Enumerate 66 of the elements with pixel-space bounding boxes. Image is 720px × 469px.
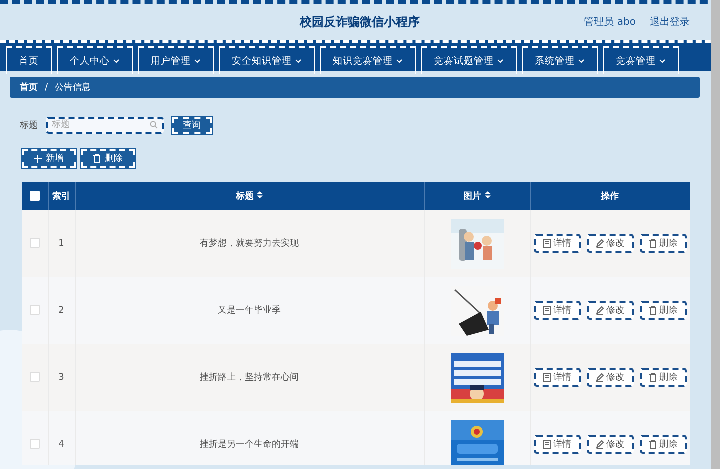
detail-button[interactable]: 详情 <box>534 301 580 320</box>
title-cell: 挫折路上，坚持常在心间 <box>200 373 299 383</box>
index-cell: 3 <box>58 372 64 382</box>
breadcrumb-separator: / <box>45 82 48 92</box>
search-button[interactable]: 查询 <box>172 116 212 134</box>
nav-menu-item[interactable]: 竞赛试题管理 <box>421 46 517 74</box>
nav-menu-item[interactable]: 首页 <box>6 46 52 74</box>
breadcrumb-item: 公告信息 <box>55 82 92 94</box>
title-cell: 挫折是另一个生命的开端 <box>200 440 299 450</box>
index-cell: 1 <box>58 238 64 248</box>
delete-button[interactable]: 删除 <box>640 368 686 387</box>
detail-button[interactable]: 详情 <box>534 435 580 454</box>
edit-button[interactable]: 修改 <box>586 234 634 253</box>
nav-menu-item[interactable]: 系统管理 <box>522 46 598 74</box>
title-cell: 有梦想，就要努力去实现 <box>200 239 299 249</box>
edit-button[interactable]: 修改 <box>586 301 634 320</box>
pencil-icon <box>596 306 604 315</box>
trash-icon <box>648 373 656 382</box>
sort-icon[interactable] <box>257 190 263 198</box>
search-icon <box>150 121 158 129</box>
nav-menu-item[interactable]: 安全知识管理 <box>219 46 315 74</box>
add-button[interactable]: 新增 <box>22 149 76 168</box>
column-header: 索引 <box>52 192 70 202</box>
nav-menu-item[interactable]: 知识竞赛管理 <box>320 46 416 74</box>
delete-button[interactable]: 删除 <box>640 301 686 320</box>
detail-button[interactable]: 详情 <box>534 368 580 387</box>
search-label: 标题 <box>20 120 38 132</box>
column-header: 操作 <box>601 192 619 202</box>
index-cell: 2 <box>58 306 64 316</box>
row-checkbox[interactable] <box>30 305 40 316</box>
edit-button[interactable]: 修改 <box>586 368 634 387</box>
scrollbar[interactable] <box>711 0 720 469</box>
column-header[interactable]: 图片 <box>464 192 482 202</box>
pencil-icon <box>596 440 604 449</box>
delete-button[interactable]: 删除 <box>640 435 686 454</box>
pencil-icon <box>596 373 604 382</box>
trash-icon <box>93 154 101 163</box>
logout-link[interactable]: 退出登录 <box>650 15 690 29</box>
plus-icon <box>34 154 42 162</box>
trash-icon <box>648 306 656 315</box>
index-cell: 4 <box>58 440 64 450</box>
nav-menu-item[interactable]: 个人中心 <box>57 46 133 74</box>
row-checkbox[interactable] <box>30 439 40 450</box>
document-icon <box>542 239 550 248</box>
trash-icon <box>648 440 656 449</box>
pencil-icon <box>596 239 604 248</box>
sort-icon[interactable] <box>484 190 490 198</box>
document-icon <box>542 373 550 382</box>
select-all-checkbox[interactable] <box>30 190 40 201</box>
edit-button[interactable]: 修改 <box>586 435 634 454</box>
app-title: 校园反诈骗微信小程序 <box>300 14 420 28</box>
column-header[interactable]: 标题 <box>236 192 254 202</box>
nav-menu-item[interactable]: 用户管理 <box>138 46 214 74</box>
user-label: 管理员 abo <box>584 16 636 29</box>
row-checkbox[interactable] <box>30 372 40 382</box>
search-field[interactable]: 标题 <box>46 116 164 134</box>
delete-button[interactable]: 删除 <box>81 149 135 168</box>
trash-icon <box>648 239 656 248</box>
document-icon <box>542 306 550 315</box>
title-cell: 又是一年毕业季 <box>218 306 281 316</box>
row-checkbox[interactable] <box>30 238 40 248</box>
detail-button[interactable]: 详情 <box>534 234 580 253</box>
breadcrumb-item[interactable]: 首页 <box>20 81 38 94</box>
nav-menu-item[interactable]: 竞赛管理 <box>603 46 679 74</box>
delete-button[interactable]: 删除 <box>640 234 686 253</box>
document-icon <box>542 440 550 449</box>
